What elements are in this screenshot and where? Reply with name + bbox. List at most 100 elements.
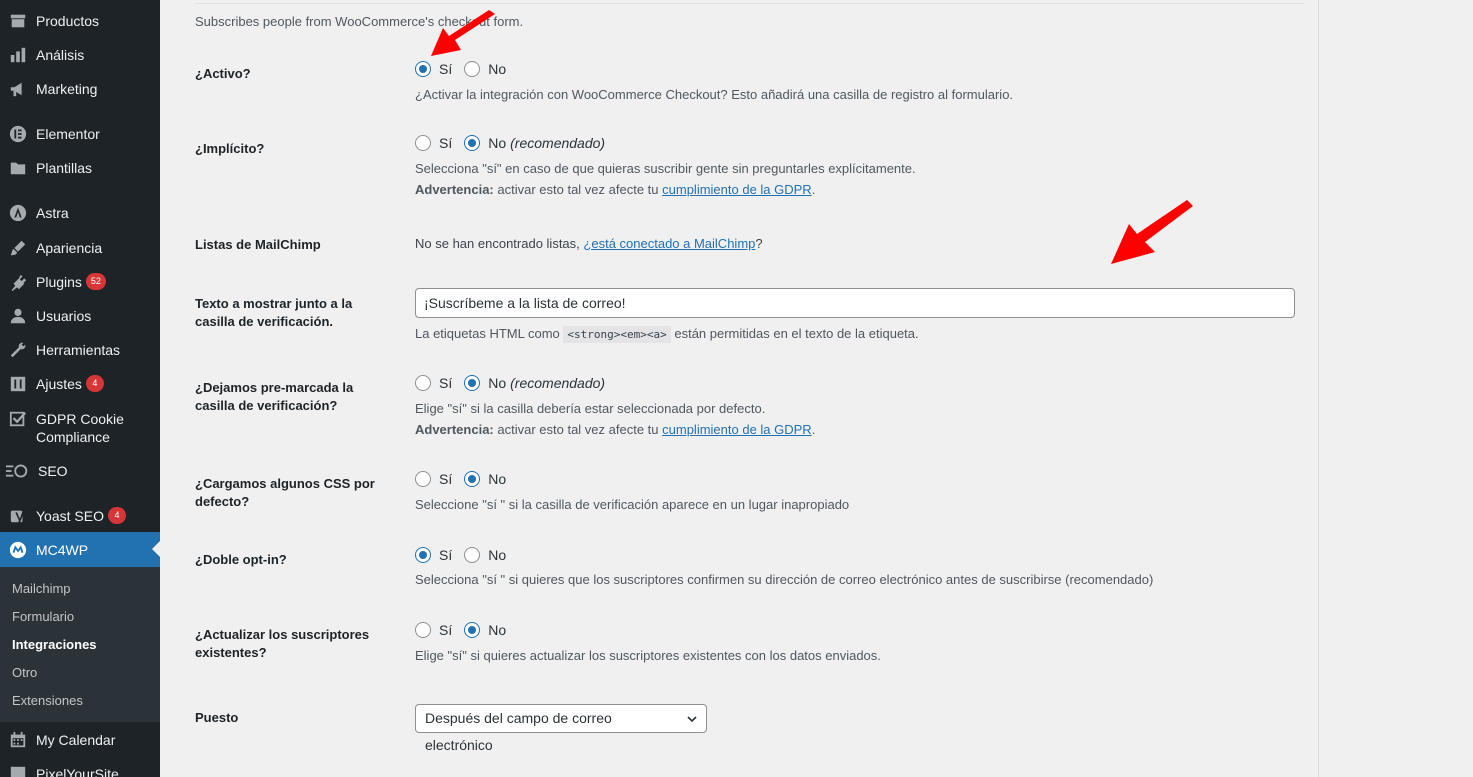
radio-group-css: Sí No xyxy=(415,471,518,487)
radio-implicito-si[interactable] xyxy=(415,135,431,151)
sidebar-item-plantillas[interactable]: Plantillas xyxy=(0,158,160,178)
sidebar-item-astra[interactable]: Astra xyxy=(0,203,160,223)
radio-label-no: No xyxy=(488,375,507,391)
radio-premarcada-no[interactable] xyxy=(464,375,481,391)
radio-label-no: No xyxy=(488,471,507,487)
listas-suffix: ? xyxy=(755,236,763,251)
sidebar-item-marketing[interactable]: Marketing xyxy=(0,79,160,99)
help-premarcada: Elige "sí" si la casilla debería estar s… xyxy=(415,398,815,440)
help-css: Seleccione "sí " si la casilla de verifi… xyxy=(415,497,850,512)
sidebar-item-ajustes[interactable]: Ajustes 4 xyxy=(0,374,160,394)
recommended-note: (recomendado) xyxy=(510,375,606,391)
sidebar-item-usuarios[interactable]: Usuarios xyxy=(0,306,160,326)
mc4wp-submenu: Mailchimp Formulario Integraciones Otro … xyxy=(0,567,160,722)
label-implicito: ¿Implícito? xyxy=(195,141,265,156)
wrench-icon xyxy=(8,340,28,360)
help-implicito: Selecciona "sí" en caso de que quieras s… xyxy=(415,158,916,200)
sidebar-item-apariencia[interactable]: Apariencia xyxy=(0,238,160,258)
radio-label-no: No xyxy=(488,61,507,77)
radio-group-implicito: Sí No (recomendado) xyxy=(415,135,605,151)
submenu-item-otro[interactable]: Otro xyxy=(12,665,37,680)
radio-label-si: Sí xyxy=(439,135,453,151)
radio-implicito-no[interactable] xyxy=(464,135,481,151)
radio-css-no[interactable] xyxy=(464,471,481,487)
submenu-item-mailchimp[interactable]: Mailchimp xyxy=(12,581,71,596)
sidebar-item-herramientas[interactable]: Herramientas xyxy=(0,340,160,360)
sidebar-item-productos[interactable]: Productos xyxy=(0,11,160,31)
radio-actualizar-no[interactable] xyxy=(464,622,481,638)
sidebar-item-label: Marketing xyxy=(36,81,98,97)
radio-group-activo: Sí No xyxy=(415,61,518,77)
seo-icon xyxy=(4,461,32,481)
sidebar-item-label: PixelYourSite xyxy=(36,766,119,777)
submenu-item-integraciones[interactable]: Integraciones xyxy=(12,637,97,652)
gdpr-warning: Advertencia: activar esto tal vez afecte… xyxy=(415,182,816,197)
gdpr-link[interactable]: cumplimiento de la GDPR xyxy=(662,422,812,437)
sidebar-item-pixelyoursite[interactable]: PixelYourSite xyxy=(0,764,160,777)
warning-label: Advertencia: xyxy=(415,422,494,437)
sidebar-item-label: GDPR Cookie Compliance xyxy=(36,411,124,445)
radio-label-si: Sí xyxy=(439,61,453,77)
submenu-item-formulario[interactable]: Formulario xyxy=(12,609,74,624)
sidebar-item-label: Elementor xyxy=(36,126,100,142)
allowed-tags-code: <strong><em><a> xyxy=(563,326,671,343)
radio-doble-si[interactable] xyxy=(415,547,431,563)
help-text: Selecciona "sí" en caso de que quieras s… xyxy=(415,161,916,176)
help-doble: Selecciona "sí " si quieres que los susc… xyxy=(415,572,1154,587)
sidebar-item-mc4wp[interactable]: MC4WP xyxy=(0,532,160,567)
sidebar-item-label: Plugins 52 xyxy=(36,272,106,291)
analytics-icon xyxy=(8,45,28,65)
radio-label-si: Sí xyxy=(439,375,453,391)
radio-activo-no[interactable] xyxy=(464,61,481,77)
folder-icon xyxy=(8,158,28,178)
elementor-icon xyxy=(8,124,28,144)
radio-doble-no[interactable] xyxy=(464,547,481,563)
sidebar-item-label: Herramientas xyxy=(36,342,121,358)
radio-actualizar-si[interactable] xyxy=(415,622,431,638)
brush-icon xyxy=(8,238,28,258)
listas-message: No se han encontrado listas, ¿está conec… xyxy=(415,233,763,254)
help-activo: ¿Activar la integración con WooCommerce … xyxy=(415,87,1014,102)
label-puesto: Puesto xyxy=(195,710,239,725)
sidebar-item-gdpr[interactable]: GDPR Cookie Compliance xyxy=(0,409,160,446)
sidebar-item-yoast[interactable]: Yoast SEO 4 xyxy=(0,506,160,526)
calendar-icon xyxy=(8,730,28,750)
warning-text: activar esto tal vez afecte tu xyxy=(497,422,659,437)
mc4wp-icon xyxy=(8,540,28,560)
right-column xyxy=(1318,0,1473,777)
sidebar-item-label: Astra xyxy=(36,205,69,221)
users-icon xyxy=(8,306,28,326)
gdpr-link[interactable]: cumplimiento de la GDPR xyxy=(662,182,812,197)
radio-premarcada-si[interactable] xyxy=(415,375,431,391)
yoast-badge: 4 xyxy=(107,507,126,524)
help-actualizar: Elige "sí" si quieres actualizar los sus… xyxy=(415,648,881,663)
radio-activo-si[interactable] xyxy=(415,61,431,77)
radio-group-doble: Sí No xyxy=(415,547,518,563)
sidebar-item-analisis[interactable]: Análisis xyxy=(0,45,160,65)
help-text-after: están permitidas en el texto de la etiqu… xyxy=(674,326,919,341)
radio-css-si[interactable] xyxy=(415,471,431,487)
chevron-down-icon xyxy=(687,716,697,723)
sidebar-item-plugins[interactable]: Plugins 52 xyxy=(0,272,160,292)
sidebar-item-seo[interactable]: SEO xyxy=(0,461,160,481)
mailchimp-connect-link[interactable]: ¿está conectado a MailChimp xyxy=(583,236,755,251)
checkbox-label-input[interactable]: ¡Suscríbeme a la lista de correo! xyxy=(415,288,1295,318)
sidebar-item-label: MC4WP xyxy=(36,542,89,558)
megaphone-icon xyxy=(8,79,28,99)
gdpr-warning: Advertencia: activar esto tal vez afecte… xyxy=(415,422,816,437)
help-text-before: La etiquetas HTML como xyxy=(415,326,560,341)
radio-label-no: No xyxy=(488,135,507,151)
submenu-item-extensiones[interactable]: Extensiones xyxy=(12,693,83,708)
position-select[interactable]: Después del campo de correo electrónico xyxy=(415,704,707,753)
annotation-arrow-icon xyxy=(1111,200,1193,264)
sidebar-item-label: My Calendar xyxy=(36,732,116,748)
yoast-icon xyxy=(8,506,28,526)
settings-icon xyxy=(8,374,28,394)
annotation-arrow-icon xyxy=(431,10,495,56)
radio-label-no: No xyxy=(488,622,507,638)
label-css: ¿Cargamos algunos CSS por defecto? xyxy=(195,476,375,509)
products-icon xyxy=(8,11,28,31)
sidebar-item-calendar[interactable]: My Calendar xyxy=(0,730,160,750)
sidebar-item-elementor[interactable]: Elementor xyxy=(0,124,160,144)
warning-label: Advertencia: xyxy=(415,182,494,197)
